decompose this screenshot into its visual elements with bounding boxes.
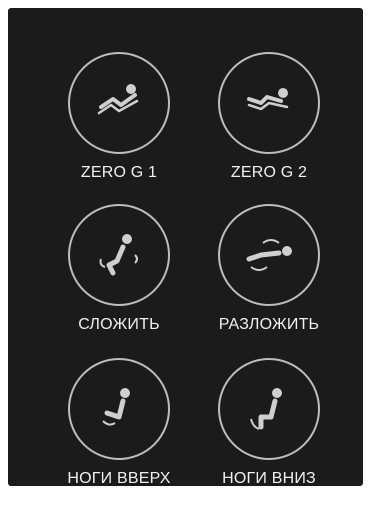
legs-up-icon	[87, 375, 151, 444]
massage-chair-position-panel: ZERO G 1 ZERO G 2 СЛОЖИТЬ РАЗЛОЖИТЬ НОГИ…	[8, 8, 363, 487]
legs-up-button[interactable]: НОГИ ВВЕРХ	[44, 358, 194, 508]
position-button-grid: ZERO G 1 ZERO G 2 СЛОЖИТЬ РАЗЛОЖИТЬ НОГИ…	[8, 8, 363, 487]
zero-g-1-icon	[87, 69, 151, 138]
legs-down-label[interactable]: НОГИ ВНИЗ	[194, 470, 344, 488]
unfold-icon	[237, 221, 301, 290]
zero-g-1-circle[interactable]	[68, 52, 170, 154]
legs-down-button[interactable]: НОГИ ВНИЗ	[194, 358, 344, 508]
fold-button[interactable]: СЛОЖИТЬ	[44, 204, 194, 354]
zero-g-2-label[interactable]: ZERO G 2	[194, 164, 344, 182]
zero-g-2-circle[interactable]	[218, 52, 320, 154]
legs-up-label[interactable]: НОГИ ВВЕРХ	[44, 470, 194, 488]
zero-g-2-button[interactable]: ZERO G 2	[194, 52, 344, 202]
zero-g-1-button[interactable]: ZERO G 1	[44, 52, 194, 202]
legs-down-circle[interactable]	[218, 358, 320, 460]
legs-up-circle[interactable]	[68, 358, 170, 460]
fold-icon	[87, 221, 151, 290]
legs-down-icon	[237, 375, 301, 444]
unfold-button[interactable]: РАЗЛОЖИТЬ	[194, 204, 344, 354]
fold-circle[interactable]	[68, 204, 170, 306]
fold-label[interactable]: СЛОЖИТЬ	[44, 316, 194, 334]
unfold-label[interactable]: РАЗЛОЖИТЬ	[194, 316, 344, 334]
unfold-circle[interactable]	[218, 204, 320, 306]
zero-g-2-icon	[237, 69, 301, 138]
zero-g-1-label[interactable]: ZERO G 1	[44, 164, 194, 182]
